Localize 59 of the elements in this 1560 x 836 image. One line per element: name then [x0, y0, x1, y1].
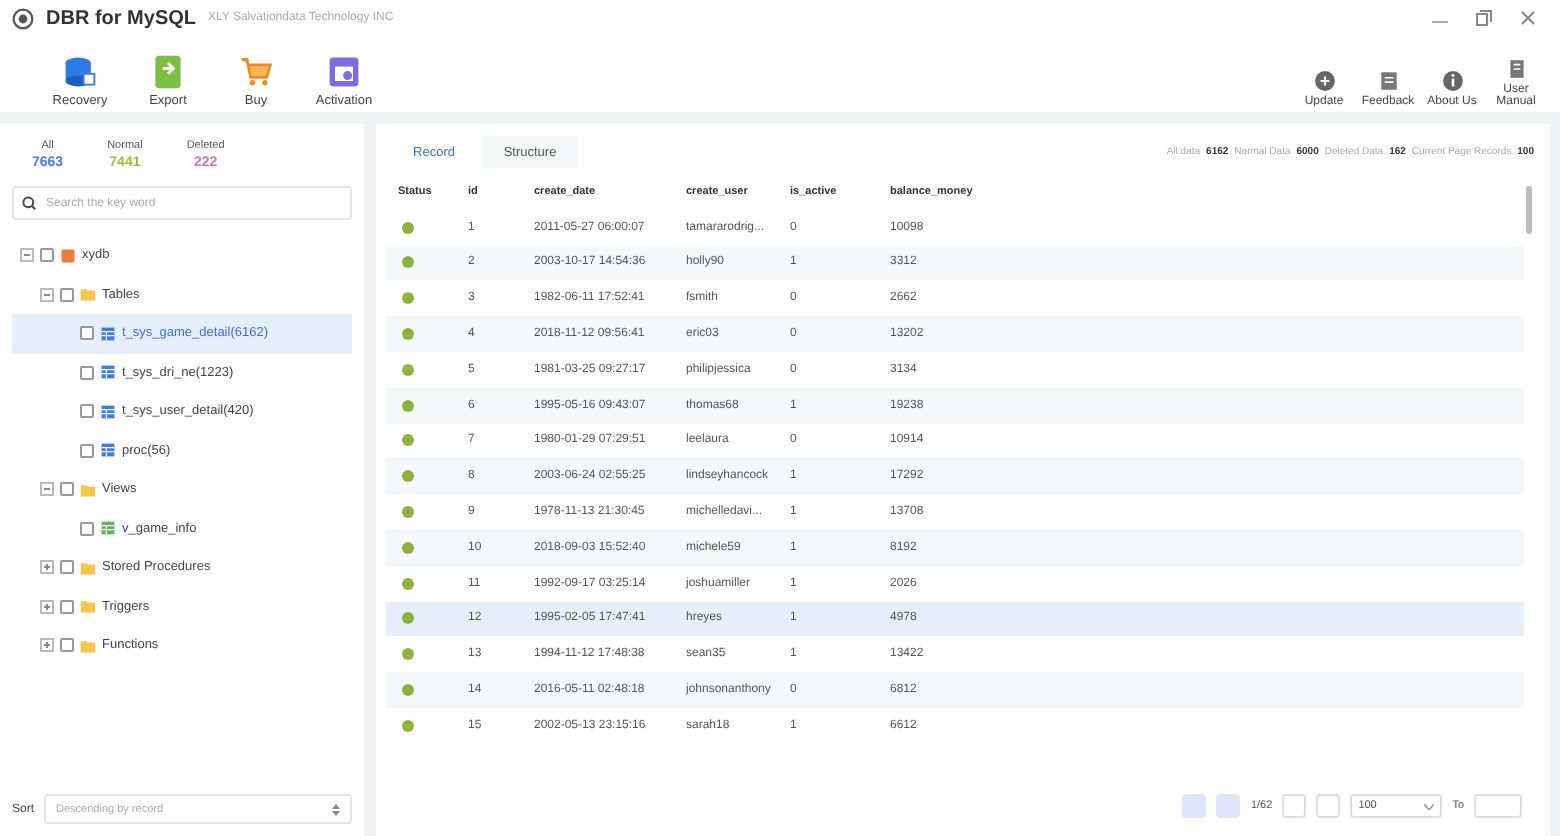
table-icon — [100, 364, 116, 381]
close-icon[interactable] — [1520, 10, 1536, 26]
checkbox[interactable] — [80, 326, 94, 341]
status-dot-icon — [402, 577, 414, 590]
status-dot-icon — [402, 434, 414, 447]
status-dot-icon — [402, 719, 414, 732]
checkbox[interactable] — [80, 365, 94, 380]
update-icon — [1313, 70, 1335, 92]
checkbox[interactable] — [60, 482, 74, 497]
table-icon — [100, 403, 116, 420]
status-dot-icon — [402, 399, 414, 412]
status-dot-icon — [402, 541, 414, 554]
database-icon — [60, 247, 76, 264]
checkbox[interactable] — [80, 521, 94, 536]
table-icon — [100, 442, 116, 459]
activation-icon — [326, 54, 362, 90]
status-dot-icon — [402, 363, 414, 376]
info-icon — [1441, 70, 1463, 92]
search-icon — [22, 196, 36, 210]
checkbox[interactable] — [60, 287, 74, 302]
collapse-icon[interactable] — [40, 287, 54, 302]
collapse-icon[interactable] — [20, 248, 34, 263]
database-icon — [62, 54, 98, 90]
folder-icon — [80, 559, 96, 576]
checkbox[interactable] — [60, 560, 74, 575]
chevron-down-icon — [1424, 803, 1435, 809]
checkbox[interactable] — [60, 638, 74, 653]
status-dot-icon — [402, 684, 414, 697]
view-icon — [100, 520, 116, 537]
goto-page-field[interactable] — [1474, 794, 1522, 818]
table-icon — [100, 325, 116, 342]
logo-icon — [12, 7, 34, 29]
folder-icon — [80, 481, 96, 498]
status-dot-icon — [402, 506, 414, 519]
expand-icon[interactable] — [40, 560, 54, 575]
expand-icon[interactable] — [40, 638, 54, 653]
restore-icon[interactable] — [1476, 10, 1492, 26]
checkbox[interactable] — [40, 248, 54, 263]
book-icon — [1505, 58, 1527, 80]
expand-icon[interactable] — [40, 599, 54, 614]
collapse-icon[interactable] — [40, 482, 54, 497]
status-dot-icon — [402, 221, 414, 234]
export-icon — [150, 54, 186, 90]
status-dot-icon — [402, 648, 414, 661]
status-dot-icon — [402, 256, 414, 269]
status-dot-icon — [402, 292, 414, 305]
folder-icon — [80, 598, 96, 615]
checkbox[interactable] — [60, 599, 74, 614]
folder-icon — [80, 286, 96, 303]
status-dot-icon — [402, 612, 414, 625]
status-dot-icon — [402, 470, 414, 483]
checkbox[interactable] — [80, 404, 94, 419]
feedback-icon — [1377, 70, 1399, 92]
cart-icon — [238, 54, 274, 90]
app-title: DBR for MySQL — [46, 7, 196, 29]
sort-arrows-icon — [332, 803, 340, 815]
status-dot-icon — [402, 328, 414, 341]
folder-icon — [80, 637, 96, 654]
checkbox[interactable] — [80, 443, 94, 458]
